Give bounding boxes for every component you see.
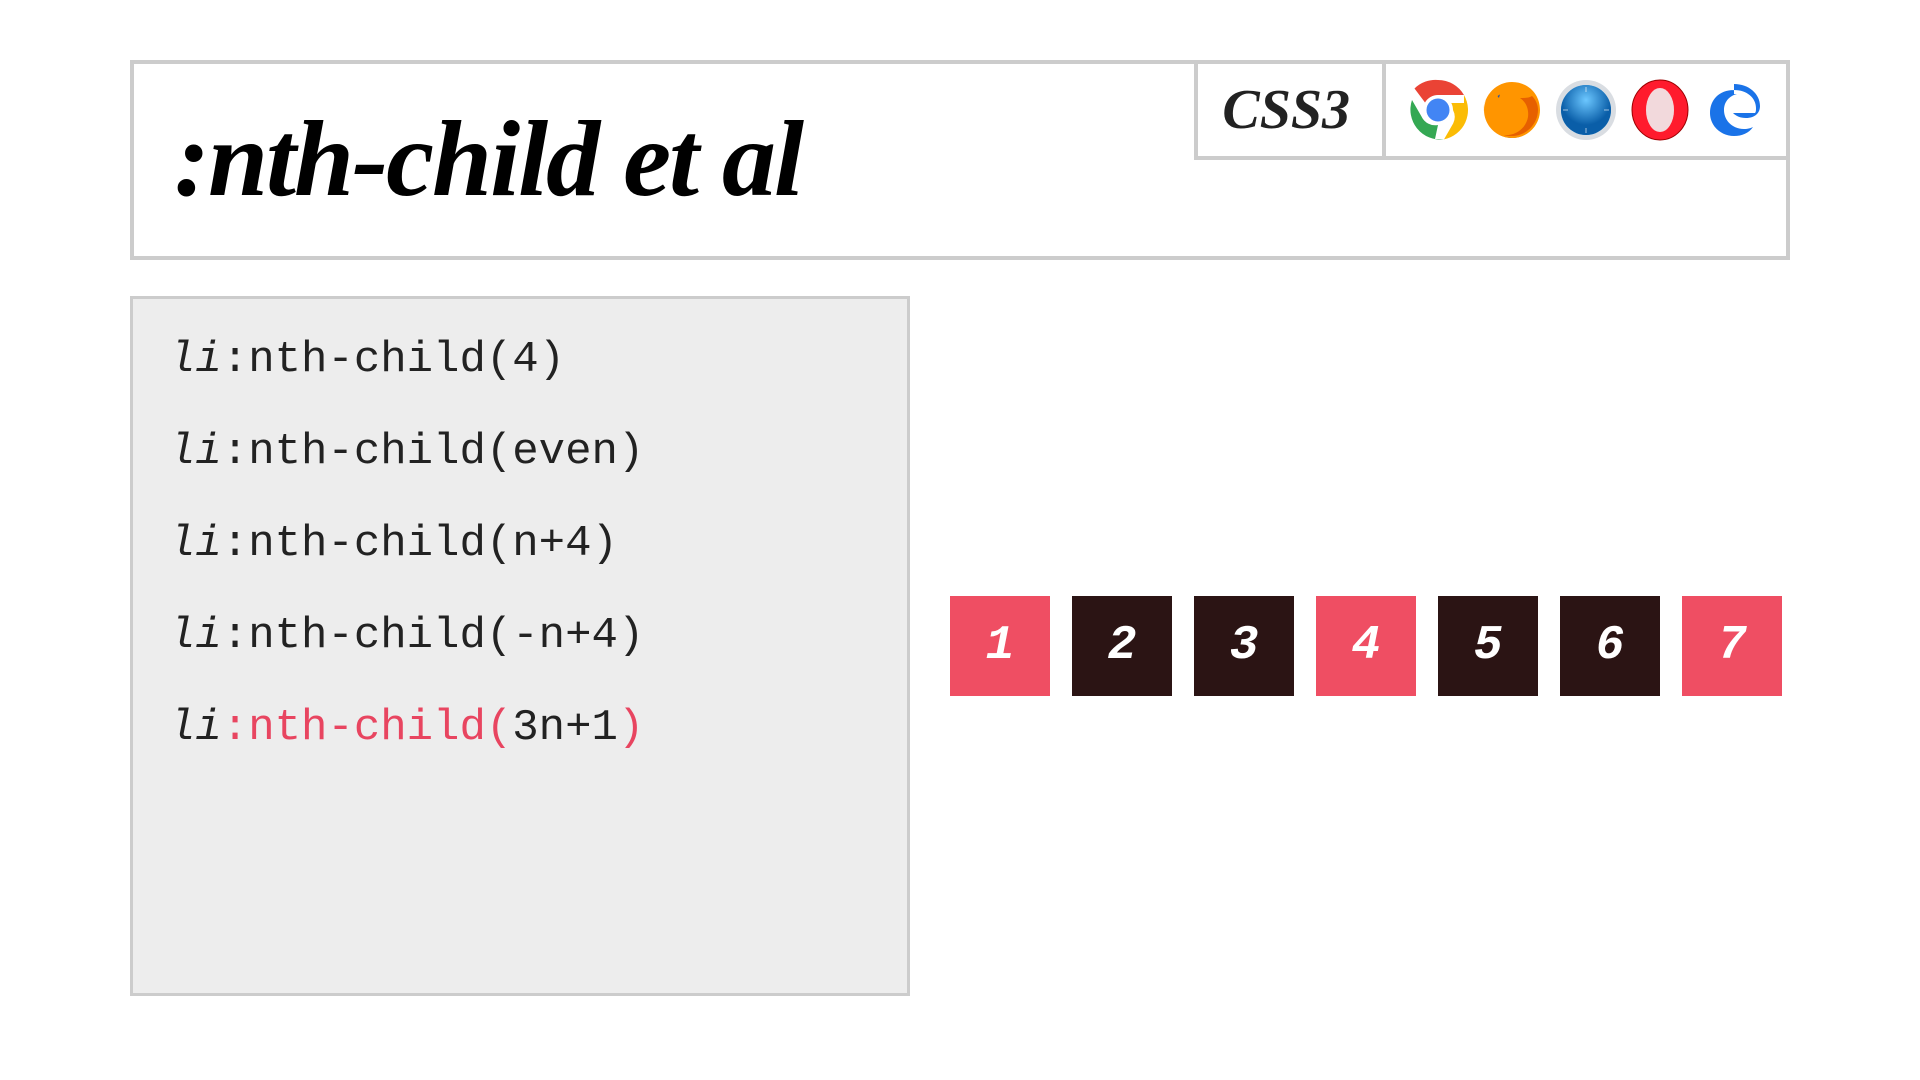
demo-panel: 1234567	[950, 296, 1790, 996]
code-tag: li	[169, 519, 222, 569]
code-selector: :nth-child(	[222, 703, 512, 753]
firefox-icon	[1480, 78, 1544, 142]
edge-icon	[1702, 78, 1766, 142]
spec-badge: CSS3	[1194, 64, 1382, 160]
code-selector: :nth-child(	[222, 519, 512, 569]
list-item: 7	[1682, 596, 1782, 696]
code-line: li:nth-child(4)	[169, 335, 871, 385]
chrome-icon	[1406, 78, 1470, 142]
browser-support-icons	[1382, 64, 1786, 160]
list-item: 2	[1072, 596, 1172, 696]
safari-icon	[1554, 78, 1618, 142]
code-line: li:nth-child(-n+4)	[169, 611, 871, 661]
code-tag: li	[169, 427, 222, 477]
slide-header: :nth-child et al CSS3	[130, 60, 1790, 260]
code-line: li:nth-child(3n+1)	[169, 703, 871, 753]
demo-list: 1234567	[950, 596, 1782, 696]
slide-body: li:nth-child(4)li:nth-child(even)li:nth-…	[130, 296, 1790, 996]
code-argument: 3n+1	[512, 703, 618, 753]
code-selector: :nth-child(	[222, 427, 512, 477]
list-item: 3	[1194, 596, 1294, 696]
code-selector: :nth-child(	[222, 335, 512, 385]
code-argument: n+4	[512, 519, 591, 569]
code-tag: li	[169, 703, 222, 753]
code-tag: li	[169, 611, 222, 661]
code-line: li:nth-child(n+4)	[169, 519, 871, 569]
slide-title: :nth-child et al	[174, 98, 802, 222]
code-argument: -n+4	[512, 611, 618, 661]
code-close: )	[618, 611, 644, 661]
code-panel: li:nth-child(4)li:nth-child(even)li:nth-…	[130, 296, 910, 996]
css-version-label: CSS3	[1222, 78, 1358, 142]
code-tag: li	[169, 335, 222, 385]
title-cell: :nth-child et al	[134, 64, 1194, 256]
slide: :nth-child et al CSS3	[0, 0, 1920, 1080]
list-item: 6	[1560, 596, 1660, 696]
code-argument: even	[512, 427, 618, 477]
code-argument: 4	[512, 335, 538, 385]
code-close: )	[618, 427, 644, 477]
list-item: 5	[1438, 596, 1538, 696]
opera-icon	[1628, 78, 1692, 142]
list-item: 4	[1316, 596, 1416, 696]
code-close: )	[618, 703, 644, 753]
code-close: )	[591, 519, 617, 569]
code-selector: :nth-child(	[222, 611, 512, 661]
code-line: li:nth-child(even)	[169, 427, 871, 477]
list-item: 1	[950, 596, 1050, 696]
code-close: )	[539, 335, 565, 385]
